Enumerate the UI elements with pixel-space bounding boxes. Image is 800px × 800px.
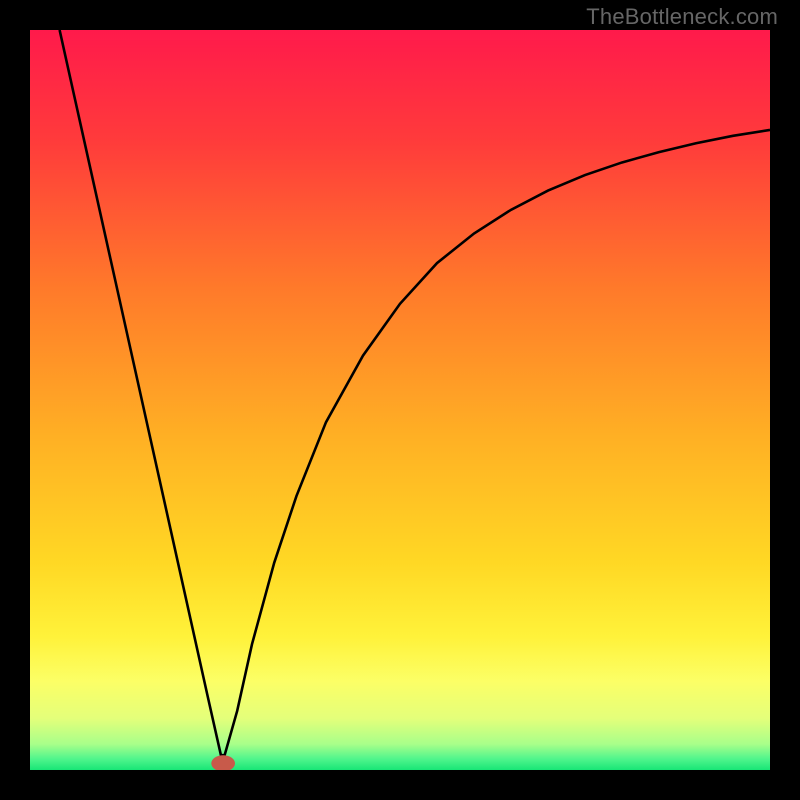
chart-frame: TheBottleneck.com xyxy=(0,0,800,800)
chart-svg xyxy=(30,30,770,770)
watermark-text: TheBottleneck.com xyxy=(586,4,778,30)
plot-area xyxy=(30,30,770,770)
